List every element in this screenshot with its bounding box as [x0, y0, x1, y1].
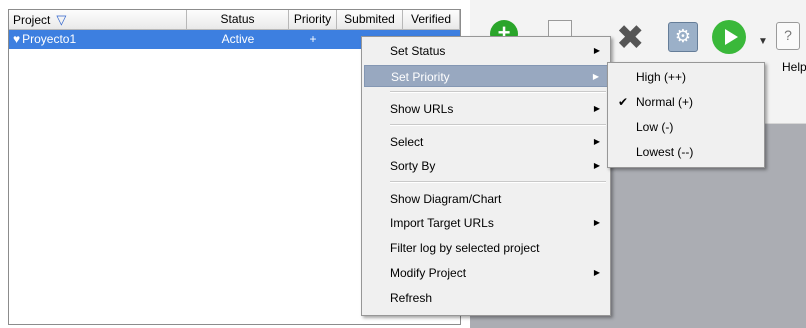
submenu-item-normal[interactable]: ✔ Normal (+)	[610, 91, 762, 113]
menu-item-modify-project[interactable]: Modify Project ▶	[364, 262, 608, 284]
menu-item-select[interactable]: Select ▶	[364, 131, 608, 153]
submenu-arrow-icon: ▶	[592, 72, 599, 81]
menu-item-label: Set Status	[390, 44, 446, 58]
checkmark-icon: ✔	[618, 95, 629, 109]
menu-item-show-diagram[interactable]: Show Diagram/Chart	[364, 188, 608, 210]
submenu-item-label: Normal (+)	[636, 95, 694, 109]
submenu-item-low[interactable]: Low (-)	[610, 116, 762, 138]
menu-item-set-priority[interactable]: Set Priority ▶	[364, 65, 608, 87]
menu-item-filter-log[interactable]: Filter log by selected project	[364, 237, 608, 259]
submenu-item-label: Low (-)	[636, 120, 674, 134]
column-header-submited[interactable]: Submited	[337, 10, 403, 30]
menu-item-label: Filter log by selected project	[390, 241, 540, 255]
submenu-arrow-icon: ▶	[593, 268, 600, 277]
project-name: Proyecto1	[22, 32, 77, 46]
menu-item-label: Refresh	[390, 291, 433, 305]
column-header-verified[interactable]: Verified	[403, 10, 460, 30]
run-icon[interactable]	[712, 20, 746, 54]
menu-separator	[390, 181, 606, 183]
submenu-item-lowest[interactable]: Lowest (--)	[610, 141, 762, 163]
menu-item-label: Import Target URLs	[390, 216, 494, 230]
menu-separator	[390, 124, 606, 126]
menu-item-label: Select	[390, 135, 424, 149]
submenu-arrow-icon: ▶	[593, 218, 600, 227]
menu-item-label: Modify Project	[390, 266, 467, 280]
submenu-arrow-icon: ▶	[593, 137, 600, 146]
menu-item-sort-by[interactable]: Sorty By ▶	[364, 155, 608, 177]
submenu-item-label: Lowest (--)	[636, 145, 694, 159]
menu-item-label: Show Diagram/Chart	[390, 192, 502, 206]
column-header-label: Project	[13, 13, 51, 27]
status-cell: Active	[221, 32, 255, 46]
priority-submenu: High (++) ✔ Normal (+) Low (-) Lowest (-…	[607, 62, 765, 168]
menu-item-refresh[interactable]: Refresh	[364, 287, 608, 309]
submenu-arrow-icon: ▶	[593, 46, 600, 55]
menu-item-set-status[interactable]: Set Status ▶	[364, 40, 608, 62]
submenu-item-label: High (++)	[636, 70, 687, 84]
menu-item-import-target-urls[interactable]: Import Target URLs ▶	[364, 212, 608, 234]
filter-icon[interactable]: ▽	[56, 10, 66, 29]
menu-item-label: Set Priority	[391, 70, 450, 84]
submenu-arrow-icon: ▶	[593, 104, 600, 113]
context-menu: Set Status ▶ Set Priority ▶ Show URLs ▶ Sel…	[361, 36, 611, 316]
delete-icon[interactable]: ✖	[616, 20, 645, 56]
menu-item-label: Sorty By	[390, 159, 436, 173]
help-label[interactable]: Help	[782, 60, 806, 74]
menu-item-label: Show URLs	[390, 102, 454, 116]
column-header-status[interactable]: Status	[187, 10, 289, 30]
run-dropdown-icon[interactable]: ▼	[758, 36, 768, 47]
menu-item-show-urls[interactable]: Show URLs ▶	[364, 98, 608, 120]
submenu-arrow-icon: ▶	[593, 161, 600, 170]
heart-icon: ♥	[13, 32, 21, 46]
column-header-project[interactable]: Project ▽	[9, 10, 187, 30]
menu-separator	[390, 91, 606, 93]
column-header-priority[interactable]: Priority	[289, 10, 337, 30]
settings-icon[interactable]: ⚙	[668, 22, 698, 52]
help-icon[interactable]: ?	[776, 22, 800, 50]
priority-cell: +	[309, 32, 317, 46]
project-cell: ♥ Proyecto1	[9, 30, 187, 49]
submenu-item-high[interactable]: High (++)	[610, 66, 762, 88]
